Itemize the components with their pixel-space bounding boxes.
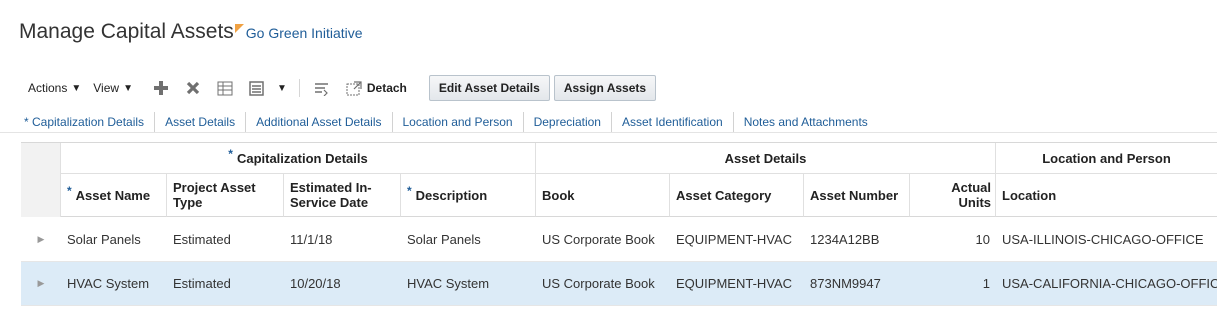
column-header-book[interactable]: Book bbox=[536, 174, 670, 217]
column-header-asset-category[interactable]: Asset Category bbox=[670, 174, 804, 217]
detach-icon bbox=[345, 79, 363, 97]
page-header: Manage Capital Assets Go Green Initiative bbox=[19, 20, 363, 50]
cell-asset-name: HVAC System bbox=[67, 276, 150, 291]
detach-label: Detach bbox=[366, 81, 407, 95]
assets-table: * Capitalization Details Asset Details Lo… bbox=[21, 142, 1217, 309]
expand-row-icon[interactable]: ▶ bbox=[21, 218, 61, 261]
chevron-down-icon: ▼ bbox=[276, 82, 287, 94]
cell-estimated-in-service-date: 10/20/18 bbox=[290, 276, 341, 291]
cell-actual-units: 1 bbox=[982, 276, 990, 291]
group-header-asset-details: Asset Details bbox=[536, 143, 996, 174]
detach-button[interactable]: Detach bbox=[338, 79, 407, 97]
column-header-label: Description bbox=[415, 187, 488, 203]
column-header-description[interactable]: * Description bbox=[401, 174, 536, 217]
cell-description: HVAC System bbox=[407, 276, 490, 291]
column-header-asset-number[interactable]: Asset Number bbox=[804, 174, 910, 217]
actions-menu-label: Actions bbox=[28, 81, 68, 95]
required-indicator: * bbox=[67, 183, 72, 198]
column-header-label: Actual Units bbox=[951, 180, 991, 210]
column-header-label: Asset Name bbox=[75, 187, 151, 203]
cell-project-asset-type: Estimated bbox=[173, 232, 231, 247]
row-header-gutter bbox=[21, 143, 61, 217]
cell-book: US Corporate Book bbox=[542, 276, 655, 291]
flag-icon bbox=[234, 24, 244, 33]
chevron-down-icon: ▼ bbox=[123, 82, 133, 94]
section-tabs: * Capitalization Details Asset Details Add… bbox=[0, 112, 1217, 133]
cell-asset-category: EQUIPMENT-HVAC bbox=[676, 232, 793, 247]
view-menu[interactable]: View ▼ bbox=[93, 81, 133, 95]
cell-project-asset-type: Estimated bbox=[173, 276, 231, 291]
group-header-capitalization-details: * Capitalization Details bbox=[61, 143, 536, 174]
column-header-asset-name[interactable]: * Asset Name bbox=[61, 174, 167, 217]
tab-additional-asset-details[interactable]: Additional Asset Details bbox=[245, 112, 391, 132]
column-header-location[interactable]: Location bbox=[996, 174, 1217, 217]
cell-asset-category: EQUIPMENT-HVAC bbox=[676, 276, 793, 291]
toolbar-divider bbox=[298, 79, 300, 97]
row-divider bbox=[21, 305, 1217, 306]
expand-row-icon[interactable]: ▶ bbox=[21, 262, 61, 305]
columns-dropdown[interactable]: ▼ bbox=[273, 83, 287, 94]
cell-location: USA-ILLINOIS-CHICAGO-OFFICE bbox=[1002, 232, 1204, 247]
view-menu-label: View bbox=[93, 81, 120, 95]
columns-icon[interactable] bbox=[248, 79, 266, 97]
cell-location: USA-CALIFORNIA-CHICAGO-OFFICE bbox=[1002, 276, 1217, 291]
tab-asset-identification[interactable]: Asset Identification bbox=[610, 112, 733, 132]
tab-notes-and-attachments[interactable]: Notes and Attachments bbox=[732, 112, 878, 132]
group-header-label: Capitalization Details bbox=[236, 150, 368, 166]
cell-asset-number: 1234A12BB bbox=[810, 232, 880, 247]
tab-depreciation[interactable]: Depreciation bbox=[522, 112, 611, 132]
cell-description: Solar Panels bbox=[407, 232, 481, 247]
page-title: Manage Capital Assets bbox=[19, 20, 234, 43]
edit-asset-details-button[interactable]: Edit Asset Details bbox=[428, 75, 550, 101]
cell-asset-number: 873NM9947 bbox=[810, 276, 881, 291]
required-indicator: * bbox=[228, 147, 233, 161]
column-header-label: Asset Category bbox=[676, 187, 772, 203]
add-icon[interactable] bbox=[152, 79, 170, 97]
column-header-label: Estimated In-Service Date bbox=[290, 180, 372, 210]
required-indicator: * bbox=[407, 183, 412, 198]
tab-capitalization-details[interactable]: * Capitalization Details bbox=[0, 112, 154, 132]
freeze-icon[interactable] bbox=[216, 79, 234, 97]
column-header-label: Location bbox=[1002, 187, 1057, 203]
table-toolbar: Actions ▼ View ▼ ▼ Detach Edit Asset Detai… bbox=[28, 75, 657, 101]
cell-book: US Corporate Book bbox=[542, 232, 655, 247]
column-header-project-asset-type[interactable]: Project Asset Type bbox=[167, 174, 284, 217]
column-header-label: Book bbox=[542, 187, 575, 203]
column-header-actual-units[interactable]: Actual Units bbox=[910, 174, 996, 217]
tab-asset-details[interactable]: Asset Details bbox=[154, 112, 245, 132]
group-header-label: Location and Person bbox=[1042, 150, 1171, 166]
group-header-label: Asset Details bbox=[724, 150, 807, 166]
cell-actual-units: 10 bbox=[975, 232, 990, 247]
wrap-icon[interactable] bbox=[313, 79, 331, 97]
cell-estimated-in-service-date: 11/1/18 bbox=[290, 232, 333, 247]
delete-icon[interactable] bbox=[184, 79, 202, 97]
go-green-initiative-link[interactable]: Go Green Initiative bbox=[246, 25, 363, 41]
cell-asset-name: Solar Panels bbox=[67, 232, 141, 247]
tab-location-and-person[interactable]: Location and Person bbox=[391, 112, 523, 132]
actions-menu[interactable]: Actions ▼ bbox=[28, 81, 81, 95]
column-header-label: Asset Number bbox=[810, 187, 899, 203]
group-header-location-and-person: Location and Person bbox=[996, 143, 1217, 174]
chevron-down-icon: ▼ bbox=[71, 82, 82, 94]
column-header-label: Project Asset Type bbox=[173, 180, 256, 210]
column-header-estimated-in-service-date[interactable]: Estimated In-Service Date bbox=[284, 174, 401, 217]
assign-assets-button[interactable]: Assign Assets bbox=[553, 75, 657, 101]
